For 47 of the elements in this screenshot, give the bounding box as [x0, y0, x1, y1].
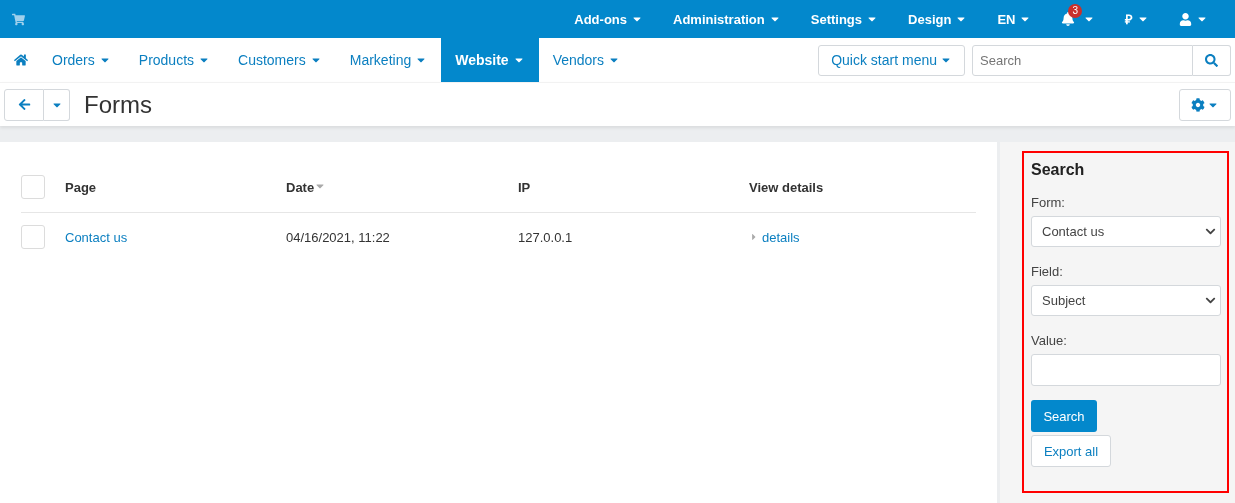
column-header[interactable]: IP [518, 179, 531, 195]
field-label: Field: [1031, 264, 1064, 279]
ip-cell: 127.0.0.1 [518, 229, 573, 245]
input-field[interactable] [1031, 354, 1221, 386]
select-field[interactable]: Subject [1031, 285, 1221, 316]
home-icon [14, 53, 28, 68]
page-title: Forms [84, 90, 152, 119]
field-label: Form: [1031, 195, 1066, 210]
quick-start-button[interactable]: Quick start menu [818, 44, 965, 76]
search-icon [1205, 53, 1218, 67]
date-cell: 04/16/2021, 11:22 [286, 229, 390, 245]
settings-icon [1191, 97, 1205, 112]
cart-icon[interactable] [12, 12, 25, 26]
top-menu-item[interactable]: Administration [658, 11, 796, 27]
search-button[interactable] [1193, 44, 1231, 76]
page-link[interactable]: Contact us [65, 229, 128, 245]
currency-menu[interactable]: ₽ [1110, 10, 1164, 28]
user-icon [1179, 12, 1192, 26]
chevron-icon [1205, 226, 1216, 237]
nav-tab[interactable]: Products [124, 38, 225, 83]
nav-tab[interactable]: Marketing [335, 38, 442, 83]
nav-tab[interactable]: Orders [38, 38, 125, 83]
chevron-icon [1205, 295, 1216, 306]
sidebar-title: Search [1031, 161, 1086, 179]
search-button[interactable]: Search [1031, 400, 1097, 432]
select-field[interactable]: Contact us [1031, 216, 1221, 247]
column-header[interactable]: Date [286, 179, 315, 195]
notification-badge: 3 [1068, 4, 1082, 18]
column-header[interactable]: View details [749, 179, 824, 195]
details-link[interactable]: details [762, 229, 800, 245]
nav-tab[interactable]: Customers [224, 38, 336, 83]
field-label: Value: [1031, 333, 1068, 348]
top-menu-item[interactable]: Settings [795, 11, 894, 27]
back-button[interactable] [4, 88, 44, 121]
checkbox[interactable] [21, 225, 45, 249]
column-header[interactable]: Page [65, 179, 97, 195]
search-field[interactable]: Search [972, 44, 1193, 76]
arrow-left-icon [17, 98, 31, 112]
top-menu-item[interactable]: EN [982, 11, 1047, 27]
nav-tab[interactable]: Vendors [538, 38, 634, 83]
nav-tab[interactable]: Website [441, 38, 539, 83]
top-menu-item[interactable]: Add-ons [559, 11, 658, 27]
top-menu-item[interactable]: Design [893, 11, 983, 27]
checkbox[interactable] [21, 175, 45, 199]
notifications-button[interactable]: 3 [1046, 0, 1110, 38]
export-button[interactable]: Export all [1031, 435, 1111, 467]
settings-button[interactable] [1179, 88, 1231, 121]
